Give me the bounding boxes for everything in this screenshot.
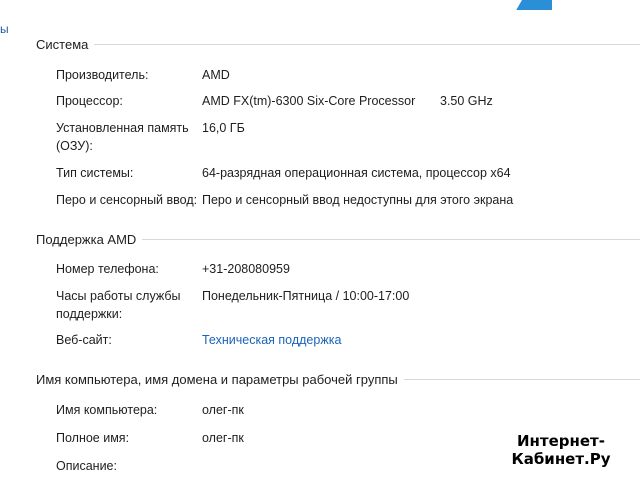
pen-touch-value: Перо и сенсорный ввод недоступны для это… (202, 193, 514, 207)
memory-value: 16,0 ГБ (202, 121, 245, 135)
section-support-title: Поддержка AMD (36, 231, 137, 247)
processor-value: AMD FX(tm)-6300 Six-Core Processor (202, 94, 416, 108)
left-edge-text: ы (0, 22, 8, 36)
computer-name-label: Имя компьютера: (56, 403, 158, 417)
section-system-title: Система (36, 36, 89, 52)
section-computer-header: Имя компьютера, имя домена и параметры р… (36, 371, 640, 387)
full-name-value: олег-пк (202, 431, 244, 445)
support-hours-label-line1: Часы работы службы (56, 289, 181, 303)
pen-touch-label: Перо и сенсорный ввод: (56, 193, 198, 207)
watermark-line1: Интернет- (517, 432, 605, 450)
windows-logo-fragment (512, 0, 552, 10)
computer-name-value: олег-пк (202, 403, 244, 417)
memory-label-line1: Установленная память (56, 121, 189, 135)
processor-label: Процессор: (56, 94, 123, 108)
section-support-header: Поддержка AMD (36, 231, 640, 247)
section-divider (142, 238, 640, 240)
technical-support-link[interactable]: Техническая поддержка (202, 331, 341, 349)
website-label: Веб-сайт: (56, 333, 112, 347)
watermark-line2: Кабинет.Ру (511, 450, 611, 468)
memory-label-line2: (ОЗУ): (56, 139, 93, 153)
phone-label: Номер телефона: (56, 262, 159, 276)
full-name-label: Полное имя: (56, 431, 130, 445)
system-type-value: 64-разрядная операционная система, проце… (202, 166, 511, 180)
manufacturer-label: Производитель: (56, 68, 149, 82)
section-divider (403, 378, 640, 380)
section-divider (94, 43, 640, 45)
support-hours-label-line2: поддержки: (56, 307, 123, 321)
support-hours-value: Понедельник-Пятница / 10:00-17:00 (202, 289, 410, 303)
section-system-header: Система (36, 36, 640, 52)
section-computer-title: Имя компьютера, имя домена и параметры р… (36, 371, 398, 387)
manufacturer-value: AMD (202, 68, 230, 82)
watermark-logo: Интернет- Кабинет.Ру (500, 432, 622, 468)
description-label: Описание: (56, 459, 117, 473)
phone-value: +31-208080959 (202, 262, 290, 276)
system-type-label: Тип системы: (56, 166, 134, 180)
processor-speed: 3.50 GHz (440, 94, 493, 108)
